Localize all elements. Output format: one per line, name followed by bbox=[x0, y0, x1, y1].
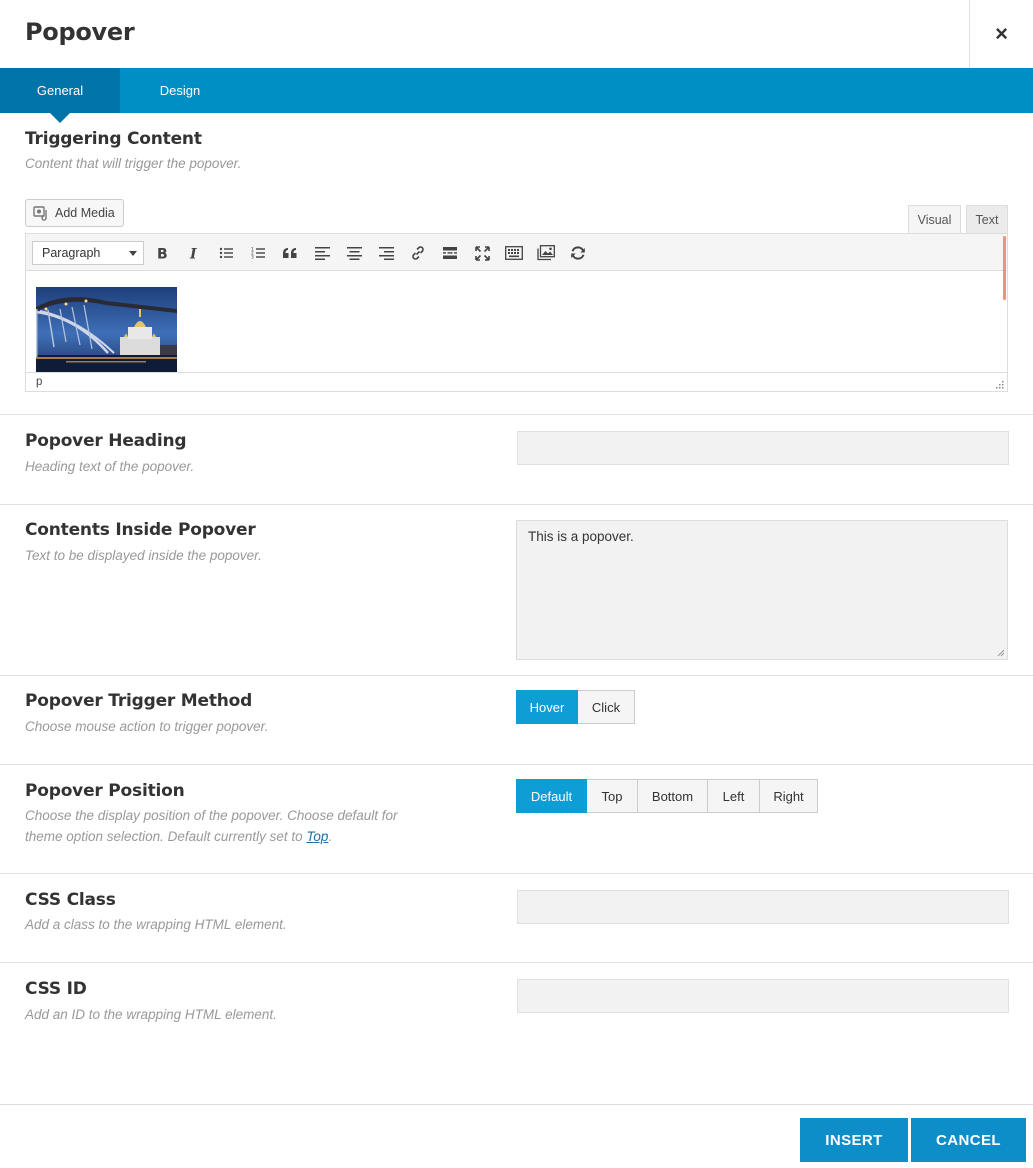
popover-heading-title: Popover Heading bbox=[25, 431, 187, 451]
dialog-header: Popover × bbox=[0, 0, 1033, 68]
tab-bar: General Design bbox=[0, 68, 1033, 123]
css-id-desc: Add an ID to the wrapping HTML element. bbox=[25, 1007, 277, 1022]
popover-contents-title: Contents Inside Popover bbox=[25, 520, 256, 540]
position-top-button[interactable]: Top bbox=[587, 779, 638, 813]
fullscreen-button[interactable] bbox=[471, 242, 493, 264]
link-icon bbox=[412, 246, 424, 260]
position-bottom-button[interactable]: Bottom bbox=[638, 779, 708, 813]
popover-heading-input[interactable] bbox=[517, 431, 1009, 465]
resize-grip-icon[interactable] bbox=[995, 380, 1004, 389]
position-right-button[interactable]: Right bbox=[760, 779, 818, 813]
popover-position-desc: Choose the display position of the popov… bbox=[25, 805, 398, 847]
toolbar-toggle-icon bbox=[505, 246, 523, 260]
numbered-list-button[interactable]: 1 2 3 bbox=[247, 242, 269, 264]
popover-position-desc-end: . bbox=[328, 829, 333, 844]
popover-position-desc-line1: Choose the display position of the popov… bbox=[25, 808, 398, 823]
bullet-list-icon bbox=[219, 247, 233, 259]
position-left-button[interactable]: Left bbox=[708, 779, 760, 813]
align-right-button[interactable] bbox=[375, 242, 397, 264]
align-right-icon bbox=[378, 247, 394, 260]
trigger-method-title: Popover Trigger Method bbox=[25, 691, 253, 711]
italic-button[interactable]: I bbox=[183, 242, 205, 264]
svg-text:I: I bbox=[189, 247, 197, 261]
popover-position-group: Default Top Bottom Left Right bbox=[516, 779, 818, 813]
add-media-label: Add Media bbox=[55, 206, 115, 220]
divider bbox=[0, 675, 1033, 676]
popover-contents-value: This is a popover. bbox=[528, 529, 634, 544]
divider bbox=[0, 764, 1033, 765]
trigger-method-desc: Choose mouse action to trigger popover. bbox=[25, 719, 269, 734]
align-left-icon bbox=[314, 247, 330, 260]
editor-status-bar: p bbox=[26, 372, 1007, 391]
cancel-button[interactable]: CANCEL bbox=[911, 1118, 1026, 1162]
footer-divider bbox=[0, 1104, 1033, 1105]
refresh-button[interactable] bbox=[567, 242, 589, 264]
tab-general[interactable]: General bbox=[0, 68, 120, 123]
triggering-content-desc: Content that will trigger the popover. bbox=[25, 156, 242, 171]
css-id-title: CSS ID bbox=[25, 979, 87, 999]
align-center-button[interactable] bbox=[343, 242, 365, 264]
insert-image-icon bbox=[537, 245, 555, 261]
editor-toolbar: Paragraph B I 1 2 3 bbox=[26, 234, 1007, 271]
insert-image-button[interactable] bbox=[535, 242, 557, 264]
divider bbox=[0, 504, 1033, 505]
position-default-button[interactable]: Default bbox=[516, 779, 587, 813]
fullscreen-icon bbox=[474, 245, 490, 261]
popover-position-title: Popover Position bbox=[25, 781, 185, 801]
format-select-value: Paragraph bbox=[42, 246, 101, 260]
triggering-content-title: Triggering Content bbox=[25, 129, 202, 149]
italic-icon: I bbox=[189, 247, 197, 261]
link-button[interactable] bbox=[407, 242, 429, 264]
css-class-title: CSS Class bbox=[25, 890, 116, 910]
divider bbox=[0, 873, 1033, 874]
close-button[interactable]: × bbox=[969, 0, 1033, 68]
css-id-input[interactable] bbox=[517, 979, 1009, 1013]
divider bbox=[0, 414, 1033, 415]
refresh-icon bbox=[571, 246, 585, 260]
insert-button[interactable]: INSERT bbox=[800, 1118, 908, 1162]
element-path[interactable]: p bbox=[36, 376, 42, 388]
format-select[interactable]: Paragraph bbox=[32, 241, 144, 265]
toolbar-toggle-button[interactable] bbox=[503, 242, 525, 264]
align-left-button[interactable] bbox=[311, 242, 333, 264]
trigger-click-button[interactable]: Click bbox=[578, 690, 635, 724]
popover-contents-desc: Text to be displayed inside the popover. bbox=[25, 548, 262, 563]
read-more-icon bbox=[443, 247, 457, 259]
blockquote-icon bbox=[283, 248, 297, 258]
svg-text:B: B bbox=[157, 247, 168, 261]
tab-design[interactable]: Design bbox=[120, 68, 240, 113]
dialog-title: Popover bbox=[25, 18, 135, 46]
blockquote-button[interactable] bbox=[279, 242, 301, 264]
chevron-down-icon bbox=[129, 251, 137, 256]
editor-content[interactable] bbox=[26, 271, 1007, 372]
popover-contents-textarea[interactable]: This is a popover. bbox=[516, 520, 1008, 660]
tab-text[interactable]: Text bbox=[966, 205, 1008, 234]
read-more-button[interactable] bbox=[439, 242, 461, 264]
popover-heading-desc: Heading text of the popover. bbox=[25, 459, 195, 474]
editor-scrollbar[interactable] bbox=[1003, 236, 1006, 300]
add-media-icon bbox=[33, 206, 47, 221]
popover-position-desc-line2: theme option selection. Default currentl… bbox=[25, 829, 307, 844]
divider bbox=[0, 962, 1033, 963]
close-icon: × bbox=[995, 21, 1008, 46]
rich-text-editor: Paragraph B I 1 2 3 p bbox=[25, 233, 1008, 392]
svg-text:3: 3 bbox=[251, 255, 254, 261]
bridge-photo bbox=[36, 287, 177, 372]
trigger-method-group: Hover Click bbox=[516, 690, 635, 724]
bold-button[interactable]: B bbox=[151, 242, 173, 264]
css-class-input[interactable] bbox=[517, 890, 1009, 924]
add-media-button[interactable]: Add Media bbox=[25, 199, 124, 227]
theme-option-link[interactable]: Top bbox=[306, 829, 328, 844]
css-class-desc: Add a class to the wrapping HTML element… bbox=[25, 917, 287, 932]
bold-icon: B bbox=[157, 247, 168, 261]
tab-visual[interactable]: Visual bbox=[908, 205, 961, 234]
trigger-hover-button[interactable]: Hover bbox=[516, 690, 578, 724]
resize-grip-icon[interactable] bbox=[997, 649, 1005, 657]
bullet-list-button[interactable] bbox=[215, 242, 237, 264]
numbered-list-icon: 1 2 3 bbox=[251, 247, 265, 261]
align-center-icon bbox=[346, 247, 362, 260]
